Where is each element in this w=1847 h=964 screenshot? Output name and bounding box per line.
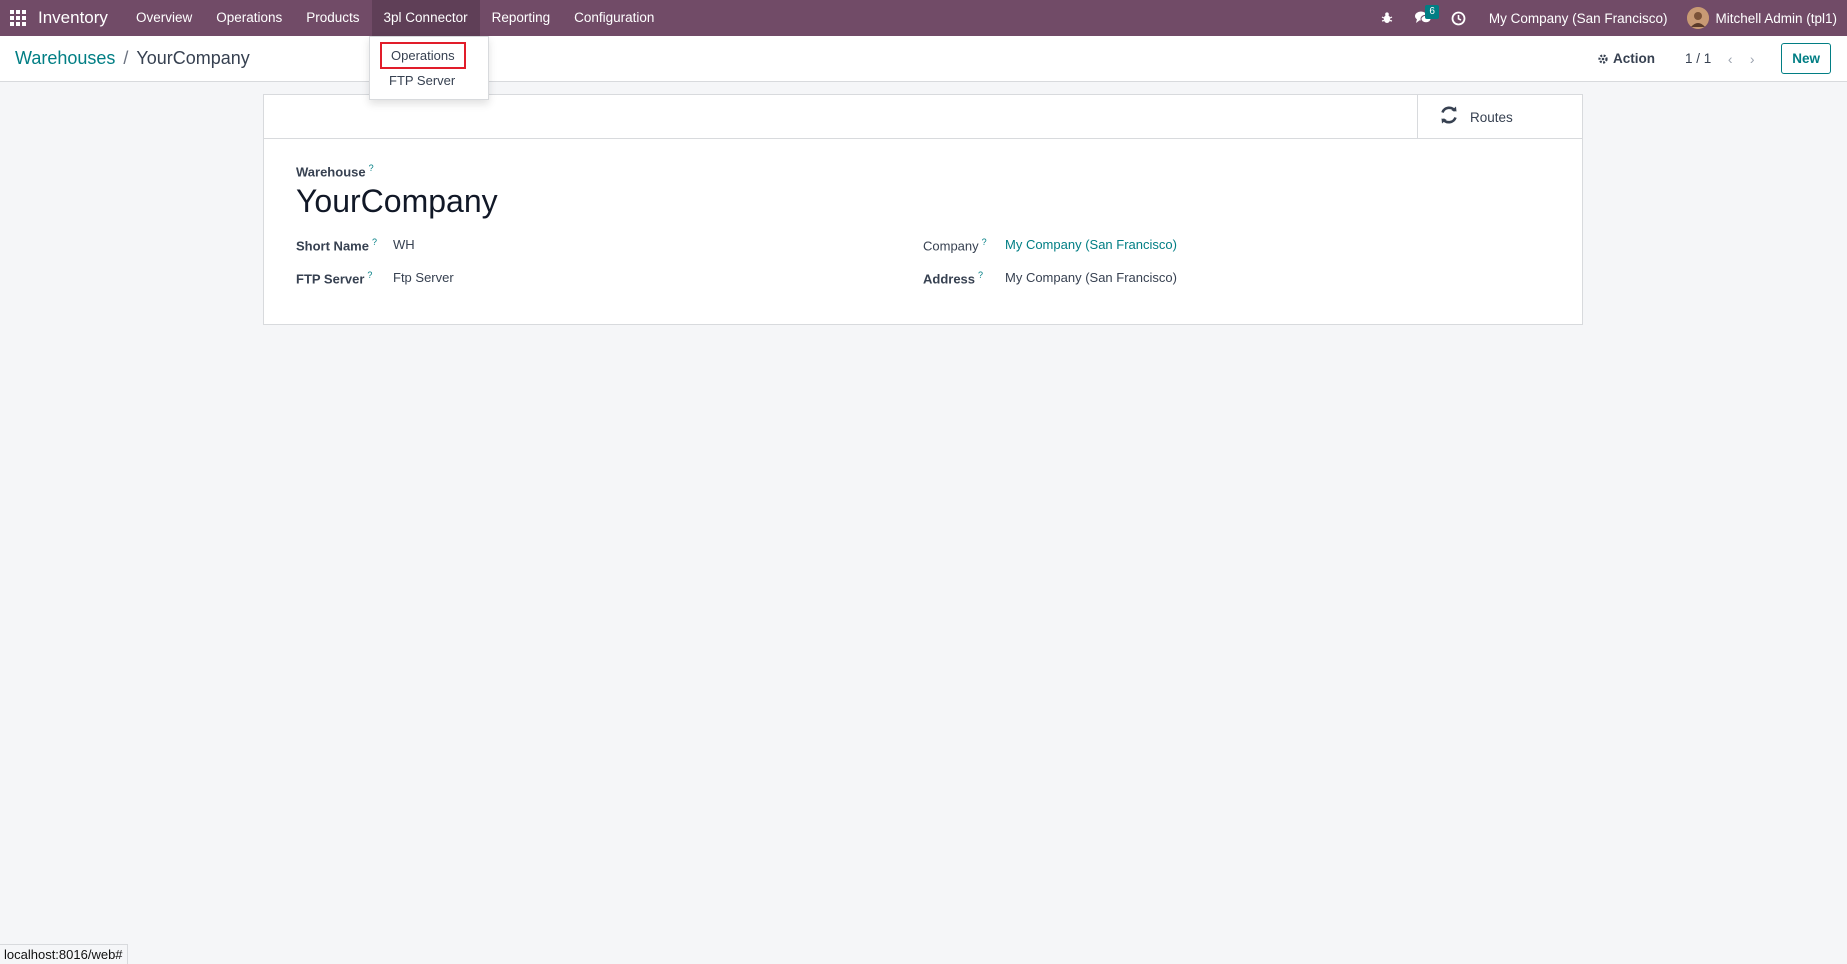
pager-next-icon[interactable]: › xyxy=(1741,51,1763,67)
menu-operations[interactable]: Operations xyxy=(204,0,294,36)
help-tooltip-icon[interactable]: ? xyxy=(367,270,372,280)
user-avatar xyxy=(1687,7,1710,29)
app-name[interactable]: Inventory xyxy=(36,8,110,28)
menu-reporting[interactable]: Reporting xyxy=(480,0,563,36)
warehouse-label: Warehouse? xyxy=(296,163,374,180)
short-name-label: Short Name? xyxy=(296,236,377,253)
pager-value[interactable]: 1 / 1 xyxy=(1685,51,1711,66)
help-tooltip-icon[interactable]: ? xyxy=(978,270,983,280)
right-column: Company? My Company (San Francisco) Addr… xyxy=(923,228,1550,294)
field-row-address: Address? My Company (San Francisco) xyxy=(923,261,1550,294)
breadcrumb: Warehouses / YourCompany xyxy=(15,48,250,69)
help-tooltip-icon[interactable]: ? xyxy=(372,237,377,247)
control-panel: Warehouses / YourCompany Action 1 / 1 ‹ … xyxy=(0,36,1847,82)
warehouse-name-field[interactable]: YourCompany xyxy=(296,183,1550,220)
help-tooltip-icon[interactable]: ? xyxy=(982,237,987,247)
debug-bug-icon[interactable] xyxy=(1369,0,1405,36)
menu-configuration[interactable]: Configuration xyxy=(562,0,666,36)
messages-badge: 6 xyxy=(1425,5,1439,19)
company-field-link[interactable]: My Company (San Francisco) xyxy=(1005,237,1177,252)
user-name: Mitchell Admin (tpl1) xyxy=(1715,10,1837,26)
3pl-connector-dropdown: Operations FTP Server xyxy=(369,36,489,100)
breadcrumb-warehouses-link[interactable]: Warehouses xyxy=(15,48,115,69)
refresh-icon xyxy=(1438,104,1460,130)
ftp-server-field[interactable]: Ftp Server xyxy=(393,270,454,285)
ftp-server-label: FTP Server? xyxy=(296,269,373,286)
company-label: Company? xyxy=(923,236,987,253)
field-row-company: Company? My Company (San Francisco) xyxy=(923,228,1550,261)
address-field[interactable]: My Company (San Francisco) xyxy=(1005,270,1177,285)
menu-3pl-connector[interactable]: 3pl Connector xyxy=(371,0,480,36)
main-menu: Overview Operations Products 3pl Connect… xyxy=(124,0,667,36)
company-switcher[interactable]: My Company (San Francisco) xyxy=(1477,11,1680,26)
apps-menu-icon[interactable] xyxy=(0,0,36,36)
activity-clock-icon[interactable] xyxy=(1441,0,1477,36)
action-label: Action xyxy=(1612,51,1655,66)
user-menu[interactable]: Mitchell Admin (tpl1) xyxy=(1679,7,1837,29)
routes-button[interactable]: Routes xyxy=(1417,95,1582,139)
breadcrumb-separator: / xyxy=(123,48,129,68)
breadcrumb-current: YourCompany xyxy=(136,48,250,68)
form-sheet: Routes Warehouse? YourCompany Short Name… xyxy=(263,94,1583,325)
fields-group: Short Name? WH FTP Server? Ftp Server Co… xyxy=(296,228,1550,294)
dropdown-item-ftp-server[interactable]: FTP Server xyxy=(380,69,464,92)
field-row-ftp-server: FTP Server? Ftp Server xyxy=(296,261,923,294)
new-button[interactable]: New xyxy=(1781,43,1831,74)
menu-products[interactable]: Products xyxy=(294,0,371,36)
field-row-short-name: Short Name? WH xyxy=(296,228,923,261)
pager-prev-icon[interactable]: ‹ xyxy=(1719,51,1741,67)
action-button[interactable]: Action xyxy=(1597,51,1655,66)
gear-icon xyxy=(1598,53,1608,64)
status-bar-url: localhost:8016/web# xyxy=(0,944,128,964)
left-column: Short Name? WH FTP Server? Ftp Server xyxy=(296,228,923,294)
routes-label: Routes xyxy=(1470,109,1513,125)
messages-chat-icon[interactable]: 6 xyxy=(1405,0,1441,36)
button-box: Routes xyxy=(264,95,1582,139)
top-navbar: Inventory Overview Operations Products 3… xyxy=(0,0,1847,36)
menu-overview[interactable]: Overview xyxy=(124,0,204,36)
address-label: Address? xyxy=(923,269,984,286)
short-name-field[interactable]: WH xyxy=(393,237,415,252)
dropdown-item-operations[interactable]: Operations xyxy=(380,42,466,69)
form-body: Warehouse? YourCompany Short Name? WH FT… xyxy=(296,163,1550,294)
help-tooltip-icon[interactable]: ? xyxy=(369,163,374,173)
